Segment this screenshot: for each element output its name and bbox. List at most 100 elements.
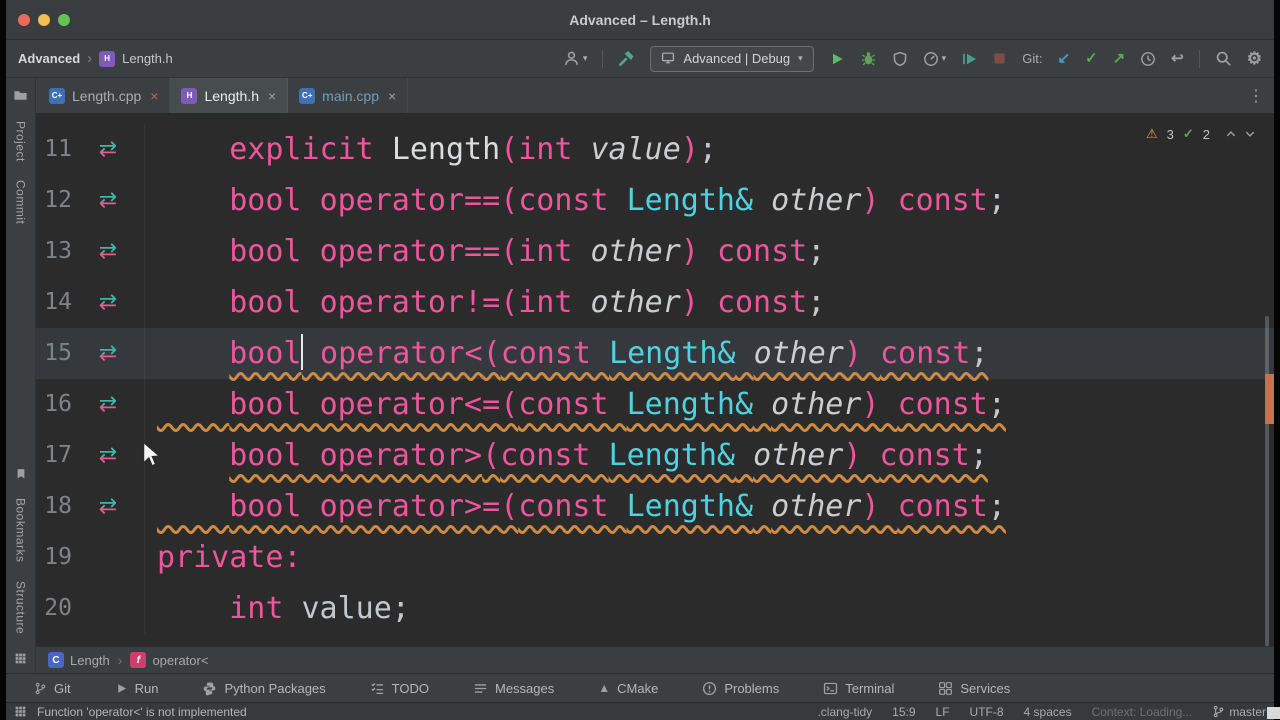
debug-button[interactable]	[860, 50, 877, 67]
line-number[interactable]: 18	[36, 481, 72, 532]
code-line-11[interactable]: 11 ⇄ explicit Length(int value);	[36, 124, 1274, 175]
coverage-button[interactable]	[892, 51, 908, 67]
toolwindow-python-packages[interactable]: Python Packages	[202, 681, 326, 696]
close-tab-icon[interactable]: ×	[388, 89, 396, 103]
vcs-change-marker[interactable]: ⇄	[88, 430, 128, 481]
code-line-12[interactable]: 12 ⇄ bool operator==(const Length& other)…	[36, 175, 1274, 226]
breadcrumb-Length[interactable]: C Length	[48, 652, 110, 668]
breadcrumb-operator<[interactable]: f operator<	[130, 652, 208, 668]
search-everywhere-button[interactable]	[1215, 50, 1232, 67]
scrollbar-thumb[interactable]	[1265, 316, 1269, 646]
toolwindow-grid-icon[interactable]	[14, 652, 27, 665]
prev-problem-button[interactable]	[1225, 128, 1237, 140]
vcs-change-marker[interactable]: ⇄	[88, 277, 128, 328]
code-text[interactable]: private:	[145, 532, 1274, 583]
encoding-widget[interactable]: UTF-8	[970, 705, 1004, 719]
tab-options-icon[interactable]: ⋮	[1248, 78, 1264, 113]
run-button[interactable]	[829, 51, 845, 67]
code-text[interactable]: explicit Length(int value);	[145, 124, 1274, 175]
bookmark-toolwindow-icon[interactable]	[15, 468, 27, 480]
tab-Length.cpp[interactable]: C+ Length.cpp ×	[38, 78, 171, 113]
zoom-window-button[interactable]	[58, 13, 70, 26]
caret-position-widget[interactable]: 15:9	[892, 705, 915, 719]
line-number[interactable]: 14	[36, 277, 72, 328]
tab-Length.h[interactable]: H Length.h ×	[170, 78, 289, 113]
close-window-button[interactable]	[18, 13, 30, 26]
history-button[interactable]	[1140, 51, 1156, 67]
toolwindow-terminal[interactable]: Terminal	[823, 681, 894, 696]
build-button[interactable]	[618, 50, 635, 67]
code-text[interactable]: bool operator>(const Length& other) cons…	[145, 430, 1274, 481]
code-text[interactable]: bool operator>=(const Length& other) con…	[145, 481, 1274, 532]
code-text[interactable]: bool operator==(int other) const;	[145, 226, 1274, 277]
vcs-change-marker[interactable]: ⇄	[88, 481, 128, 532]
vcs-change-marker[interactable]: ⇄	[88, 124, 128, 175]
stripe-structure[interactable]: Structure	[14, 581, 28, 634]
breadcrumb-project[interactable]: Advanced	[18, 51, 80, 66]
toolwindow-git[interactable]: Git	[34, 682, 71, 695]
stripe-bookmarks[interactable]: Bookmarks	[14, 498, 28, 563]
toolwindow-cmake[interactable]: ▲ CMake	[598, 682, 658, 695]
line-number[interactable]: 11	[36, 124, 72, 175]
toolwindow-run[interactable]: Run	[115, 682, 158, 695]
code-text[interactable]: bool operator==(const Length& other) con…	[145, 175, 1274, 226]
line-ending-widget[interactable]: LF	[936, 705, 950, 719]
toolwindow-messages[interactable]: Messages	[473, 681, 554, 696]
clang-tidy-widget[interactable]: .clang-tidy	[817, 705, 872, 719]
breadcrumb-file[interactable]: Length.h	[122, 51, 173, 66]
change-arrows-icon: ⇄	[98, 340, 118, 366]
close-tab-icon[interactable]: ×	[150, 89, 158, 103]
stripe-project[interactable]: Project	[14, 121, 28, 162]
code-line-15[interactable]: 15 ⇄ bool operator<(const Length& other) …	[36, 328, 1274, 379]
toolwindow-label: Problems	[724, 680, 780, 696]
code-line-14[interactable]: 14 ⇄ bool operator!=(int other) const;	[36, 277, 1274, 328]
code-text[interactable]: bool operator!=(int other) const;	[145, 277, 1274, 328]
project-toolwindow-icon[interactable]	[13, 88, 28, 103]
settings-button[interactable]: ⚙	[1247, 50, 1262, 67]
line-number[interactable]: 13	[36, 226, 72, 277]
line-number[interactable]: 19	[36, 532, 72, 583]
vcs-change-marker[interactable]: ⇄	[88, 226, 128, 277]
profiler-button[interactable]: ▾	[923, 51, 946, 67]
code-editor[interactable]: 11 ⇄ explicit Length(int value); 12 ⇄ bool …	[36, 114, 1274, 646]
code-line-17[interactable]: 17 ⇄ bool operator>(const Length& other) …	[36, 430, 1274, 481]
toolwindow-services[interactable]: Services	[938, 681, 1010, 696]
inspections-widget[interactable]: ⚠ 3 ✓ 2	[1146, 126, 1256, 142]
vcs-change-marker[interactable]: ⇄	[88, 328, 128, 379]
stop-button[interactable]	[992, 51, 1007, 66]
code-line-16[interactable]: 16 ⇄ bool operator<=(const Length& other)…	[36, 379, 1274, 430]
attach-button[interactable]	[961, 51, 977, 67]
toolwindow-todo[interactable]: TODO	[370, 681, 429, 696]
line-number[interactable]: 20	[36, 583, 72, 634]
git-push-button[interactable]: ↗	[1113, 51, 1126, 66]
code-text[interactable]: int value;	[145, 583, 1274, 634]
code-text[interactable]: bool operator<=(const Length& other) con…	[145, 379, 1274, 430]
indent-widget[interactable]: 4 spaces	[1024, 705, 1072, 719]
git-branch-widget[interactable]: master	[1212, 705, 1266, 718]
line-number[interactable]: 16	[36, 379, 72, 430]
line-number[interactable]: 12	[36, 175, 72, 226]
vcs-change-marker[interactable]: ⇄	[88, 175, 128, 226]
stripe-commit[interactable]: Commit	[14, 180, 28, 224]
rollback-button[interactable]: ↩	[1171, 51, 1184, 66]
git-update-button[interactable]: ↙	[1057, 51, 1070, 66]
next-problem-button[interactable]	[1244, 128, 1256, 140]
line-number[interactable]: 17	[36, 430, 72, 481]
git-commit-button[interactable]: ✓	[1085, 51, 1098, 66]
run-config-select[interactable]: Advanced | Debug ▾	[650, 45, 814, 72]
minimize-window-button[interactable]	[38, 13, 50, 26]
code-text[interactable]: bool operator<(const Length& other) cons…	[145, 328, 1274, 379]
code-line-19[interactable]: 19 private:	[36, 532, 1274, 583]
line-number[interactable]: 15	[36, 328, 72, 379]
toolwindow-switcher-icon[interactable]	[14, 705, 27, 718]
warning-stripe-mark[interactable]	[1265, 374, 1274, 424]
vcs-change-marker[interactable]: ⇄	[88, 379, 128, 430]
close-tab-icon[interactable]: ×	[268, 89, 276, 103]
code-line-13[interactable]: 13 ⇄ bool operator==(int other) const;	[36, 226, 1274, 277]
user-avatar-button[interactable]: ▾	[563, 50, 587, 67]
inspection-navigation	[1225, 128, 1256, 140]
code-line-18[interactable]: 18 ⇄ bool operator>=(const Length& other)…	[36, 481, 1274, 532]
tab-main.cpp[interactable]: C+ main.cpp ×	[288, 78, 409, 113]
code-line-20[interactable]: 20 int value;	[36, 583, 1274, 634]
toolwindow-problems[interactable]: Problems	[702, 681, 779, 696]
